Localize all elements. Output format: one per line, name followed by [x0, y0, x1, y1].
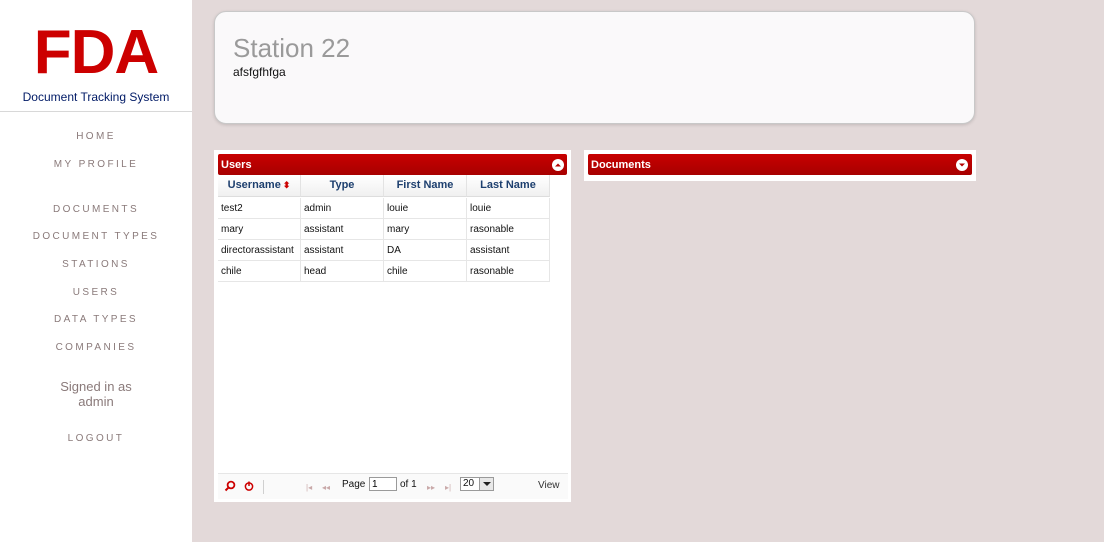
nav-logout[interactable]: LOGOUT [0, 433, 192, 444]
station-title: Station 22 [233, 33, 351, 63]
sidebar: FDA Document Tracking System HOME MY PRO… [0, 0, 192, 542]
logo-subtitle: Document Tracking System [22, 90, 170, 104]
cell-type: assistant [301, 240, 384, 261]
users-panel-header: Users [218, 154, 567, 175]
cell-username: directorassistant [218, 240, 301, 261]
search-icon[interactable] [224, 480, 236, 495]
nav-document-types[interactable]: DOCUMENT TYPES [0, 231, 192, 242]
prev-page-icon[interactable]: ◂◂ [322, 483, 330, 492]
cell-first-name: chile [384, 261, 467, 282]
first-page-icon[interactable]: |◂ [306, 483, 312, 492]
view-records-text: View [538, 480, 560, 491]
sort-icon: ⬍ [282, 180, 291, 190]
nav-home[interactable]: HOME [0, 131, 192, 142]
cell-last-name: rasonable [467, 219, 550, 240]
signed-in-label: Signed in as [60, 379, 132, 394]
page-number-input[interactable] [369, 477, 397, 491]
nav-data-types[interactable]: DATA TYPES [0, 314, 192, 325]
cell-username: chile [218, 261, 301, 282]
station-card: Station 22 afsfgfhfga [214, 11, 975, 124]
nav-stations[interactable]: STATIONS [0, 259, 192, 270]
chevron-down-icon [479, 478, 493, 490]
col-header-last-name[interactable]: Last Name [467, 175, 550, 197]
cell-username: test2 [218, 198, 301, 219]
documents-panel-title: Documents [591, 159, 651, 171]
collapse-up-icon[interactable] [552, 159, 564, 171]
page-count: of 1 [400, 479, 417, 490]
cell-first-name: louie [384, 198, 467, 219]
nav-documents[interactable]: DOCUMENTS [0, 204, 192, 215]
next-page-icon[interactable]: ▸▸ [427, 483, 435, 492]
cell-first-name: DA [384, 240, 467, 261]
last-page-icon[interactable]: ▸| [445, 483, 451, 492]
col-header-username[interactable]: Username ⬍ [218, 175, 301, 197]
cell-username: mary [218, 219, 301, 240]
page-label: Page [342, 479, 366, 490]
nav-users[interactable]: USERS [0, 287, 192, 298]
cell-type: admin [301, 198, 384, 219]
cell-last-name: rasonable [467, 261, 550, 282]
refresh-icon[interactable] [243, 480, 255, 495]
table-row[interactable]: mary assistant mary rasonable [218, 219, 550, 240]
users-panel-title: Users [221, 159, 252, 171]
col-header-type[interactable]: Type [301, 175, 384, 197]
table-row[interactable]: test2 admin louie louie [218, 198, 550, 219]
nav-my-profile[interactable]: MY PROFILE [0, 159, 192, 170]
grid-pager: |◂ ◂◂ Page of 1 ▸▸ ▸| 20 View [218, 473, 568, 499]
signed-in-status: Signed in as admin [0, 379, 192, 409]
nav-companies[interactable]: COMPANIES [0, 342, 192, 353]
cell-type: assistant [301, 219, 384, 240]
rows-per-page-select[interactable]: 20 [460, 477, 494, 491]
fda-logo[interactable]: FDA [0, 22, 192, 84]
pager-divider [263, 480, 264, 494]
cell-last-name: assistant [467, 240, 550, 261]
collapse-down-icon[interactable] [956, 159, 968, 171]
documents-panel-header: Documents [588, 154, 972, 175]
col-header-first-name[interactable]: First Name [384, 175, 467, 197]
documents-panel: Documents [584, 150, 976, 181]
station-description: afsfgfhfga [233, 65, 286, 79]
table-row[interactable]: directorassistant assistant DA assistant [218, 240, 550, 261]
sidebar-divider [0, 111, 192, 112]
cell-type: head [301, 261, 384, 282]
cell-first-name: mary [384, 219, 467, 240]
table-row[interactable]: chile head chile rasonable [218, 261, 550, 282]
cell-last-name: louie [467, 198, 550, 219]
signed-in-user: admin [78, 394, 114, 409]
